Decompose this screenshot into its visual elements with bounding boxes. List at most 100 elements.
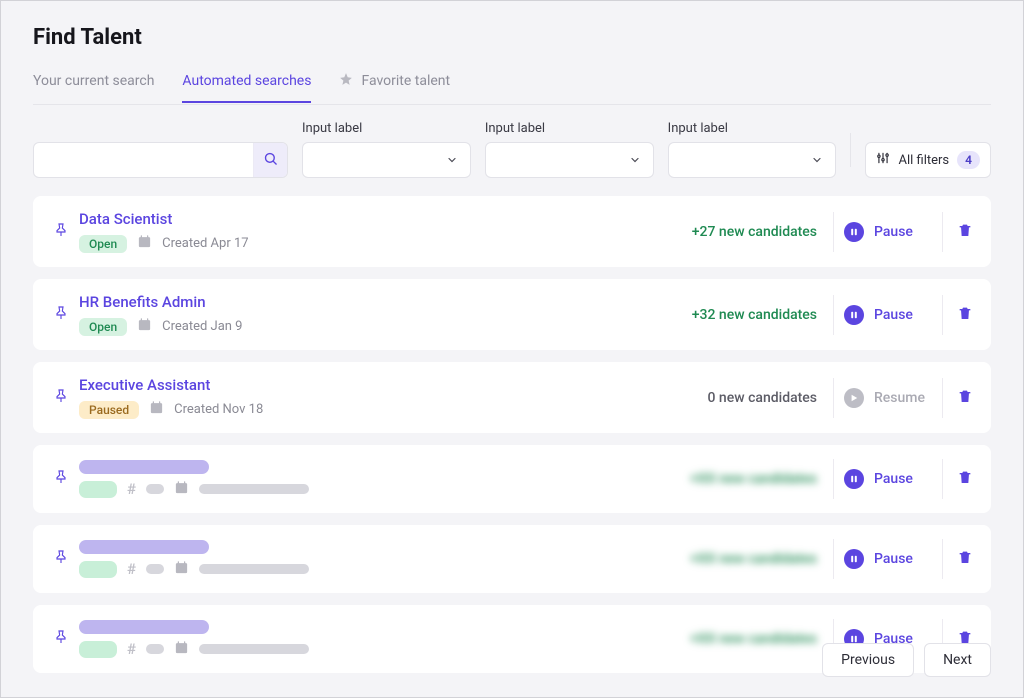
previous-button[interactable]: Previous bbox=[822, 643, 914, 677]
divider bbox=[942, 378, 943, 418]
delete-button[interactable] bbox=[957, 388, 973, 408]
pin-icon[interactable] bbox=[53, 629, 69, 649]
new-candidates-count[interactable]: +32 new candidates bbox=[648, 307, 823, 323]
skeleton-title bbox=[79, 460, 209, 474]
divider bbox=[942, 539, 943, 579]
divider bbox=[833, 212, 834, 252]
skeleton-dot bbox=[146, 484, 164, 494]
divider bbox=[833, 539, 834, 579]
search-title-link[interactable]: Executive Assistant bbox=[79, 376, 648, 394]
search-row: HR Benefits Admin Open Created Jan 9 +32… bbox=[33, 279, 991, 350]
tab-favorite-label: Favorite talent bbox=[361, 73, 450, 89]
created-date: Created Jan 9 bbox=[162, 319, 242, 334]
pagination: Previous Next bbox=[822, 643, 991, 677]
chevron-down-icon bbox=[446, 151, 458, 170]
play-icon bbox=[844, 388, 864, 408]
delete-button[interactable] bbox=[957, 549, 973, 569]
divider bbox=[942, 212, 943, 252]
pin-icon[interactable] bbox=[53, 549, 69, 569]
pause-button[interactable]: Pause bbox=[844, 222, 932, 242]
all-filters-button[interactable]: All filters 4 bbox=[865, 142, 991, 178]
pause-icon bbox=[844, 222, 864, 242]
status-badge: Open bbox=[79, 318, 127, 336]
delete-button[interactable] bbox=[957, 469, 973, 489]
skeleton-title bbox=[79, 620, 209, 634]
filter3-select[interactable] bbox=[668, 142, 837, 178]
new-candidates-count[interactable]: 0 new candidates bbox=[648, 390, 823, 406]
new-candidates-count: +XX new candidates bbox=[648, 551, 823, 567]
search-title-link[interactable]: Data Scientist bbox=[79, 210, 648, 228]
pause-icon bbox=[844, 469, 864, 489]
calendar-icon bbox=[174, 480, 189, 499]
pause-label: Pause bbox=[874, 551, 913, 567]
hash-icon: # bbox=[127, 480, 136, 498]
pause-label: Pause bbox=[874, 471, 913, 487]
filter3-label: Input label bbox=[668, 121, 837, 136]
pause-button[interactable]: Pause bbox=[844, 469, 932, 489]
resume-label: Resume bbox=[874, 390, 925, 406]
next-button[interactable]: Next bbox=[924, 643, 991, 677]
chevron-down-icon bbox=[629, 151, 641, 170]
skeleton-title bbox=[79, 540, 209, 554]
skeleton-date bbox=[199, 484, 309, 494]
hash-icon: # bbox=[127, 560, 136, 578]
delete-button[interactable] bbox=[957, 305, 973, 325]
pin-icon[interactable] bbox=[53, 469, 69, 489]
search-button[interactable] bbox=[253, 143, 287, 177]
skeleton-dot bbox=[146, 564, 164, 574]
search-row: Data Scientist Open Created Apr 17 +27 n… bbox=[33, 196, 991, 267]
filter2-label: Input label bbox=[485, 121, 654, 136]
calendar-icon bbox=[149, 400, 164, 419]
all-filters-label: All filters bbox=[898, 153, 949, 168]
pause-button[interactable]: Pause bbox=[844, 305, 932, 325]
search-icon bbox=[263, 151, 278, 170]
search-input[interactable] bbox=[34, 143, 253, 177]
pause-icon bbox=[844, 305, 864, 325]
hash-icon: # bbox=[127, 640, 136, 658]
calendar-icon bbox=[174, 560, 189, 579]
calendar-icon bbox=[174, 640, 189, 659]
skeleton-date bbox=[199, 564, 309, 574]
all-filters-count: 4 bbox=[957, 151, 980, 169]
sliders-icon bbox=[876, 151, 890, 169]
divider bbox=[833, 295, 834, 335]
pin-icon[interactable] bbox=[53, 388, 69, 408]
skeleton-date bbox=[199, 644, 309, 654]
skeleton-status bbox=[79, 481, 117, 498]
pause-button[interactable]: Pause bbox=[844, 549, 932, 569]
new-candidates-count: +XX new candidates bbox=[648, 631, 823, 647]
delete-button[interactable] bbox=[957, 222, 973, 242]
divider bbox=[833, 459, 834, 499]
divider bbox=[833, 378, 834, 418]
pause-label: Pause bbox=[874, 307, 913, 323]
filter2-select[interactable] bbox=[485, 142, 654, 178]
skeleton-status bbox=[79, 641, 117, 658]
page-title: Find Talent bbox=[33, 25, 991, 50]
star-icon bbox=[339, 72, 353, 90]
pin-icon[interactable] bbox=[53, 222, 69, 242]
tabs-bar: Your current search Automated searches F… bbox=[33, 62, 991, 105]
new-candidates-count[interactable]: +27 new candidates bbox=[648, 224, 823, 240]
divider bbox=[850, 133, 851, 167]
calendar-icon bbox=[137, 317, 152, 336]
created-date: Created Apr 17 bbox=[162, 236, 248, 251]
pause-icon bbox=[844, 549, 864, 569]
pause-label: Pause bbox=[874, 224, 913, 240]
status-badge: Open bbox=[79, 235, 127, 253]
chevron-down-icon bbox=[811, 151, 823, 170]
tab-favorite-talent[interactable]: Favorite talent bbox=[339, 62, 450, 104]
filters-row: Input label Input label Input label All … bbox=[33, 121, 991, 178]
pin-icon[interactable] bbox=[53, 305, 69, 325]
skeleton-status bbox=[79, 561, 117, 578]
search-field-wrap bbox=[33, 142, 288, 178]
created-date: Created Nov 18 bbox=[174, 402, 263, 417]
tab-automated-searches[interactable]: Automated searches bbox=[182, 63, 311, 103]
filter1-select[interactable] bbox=[302, 142, 471, 178]
tab-current-search[interactable]: Your current search bbox=[33, 63, 154, 103]
search-row-skeleton: # +XX new candidates Pause bbox=[33, 445, 991, 513]
divider bbox=[942, 295, 943, 335]
skeleton-dot bbox=[146, 644, 164, 654]
resume-button[interactable]: Resume bbox=[844, 388, 932, 408]
search-row-skeleton: # +XX new candidates Pause bbox=[33, 525, 991, 593]
search-title-link[interactable]: HR Benefits Admin bbox=[79, 293, 648, 311]
